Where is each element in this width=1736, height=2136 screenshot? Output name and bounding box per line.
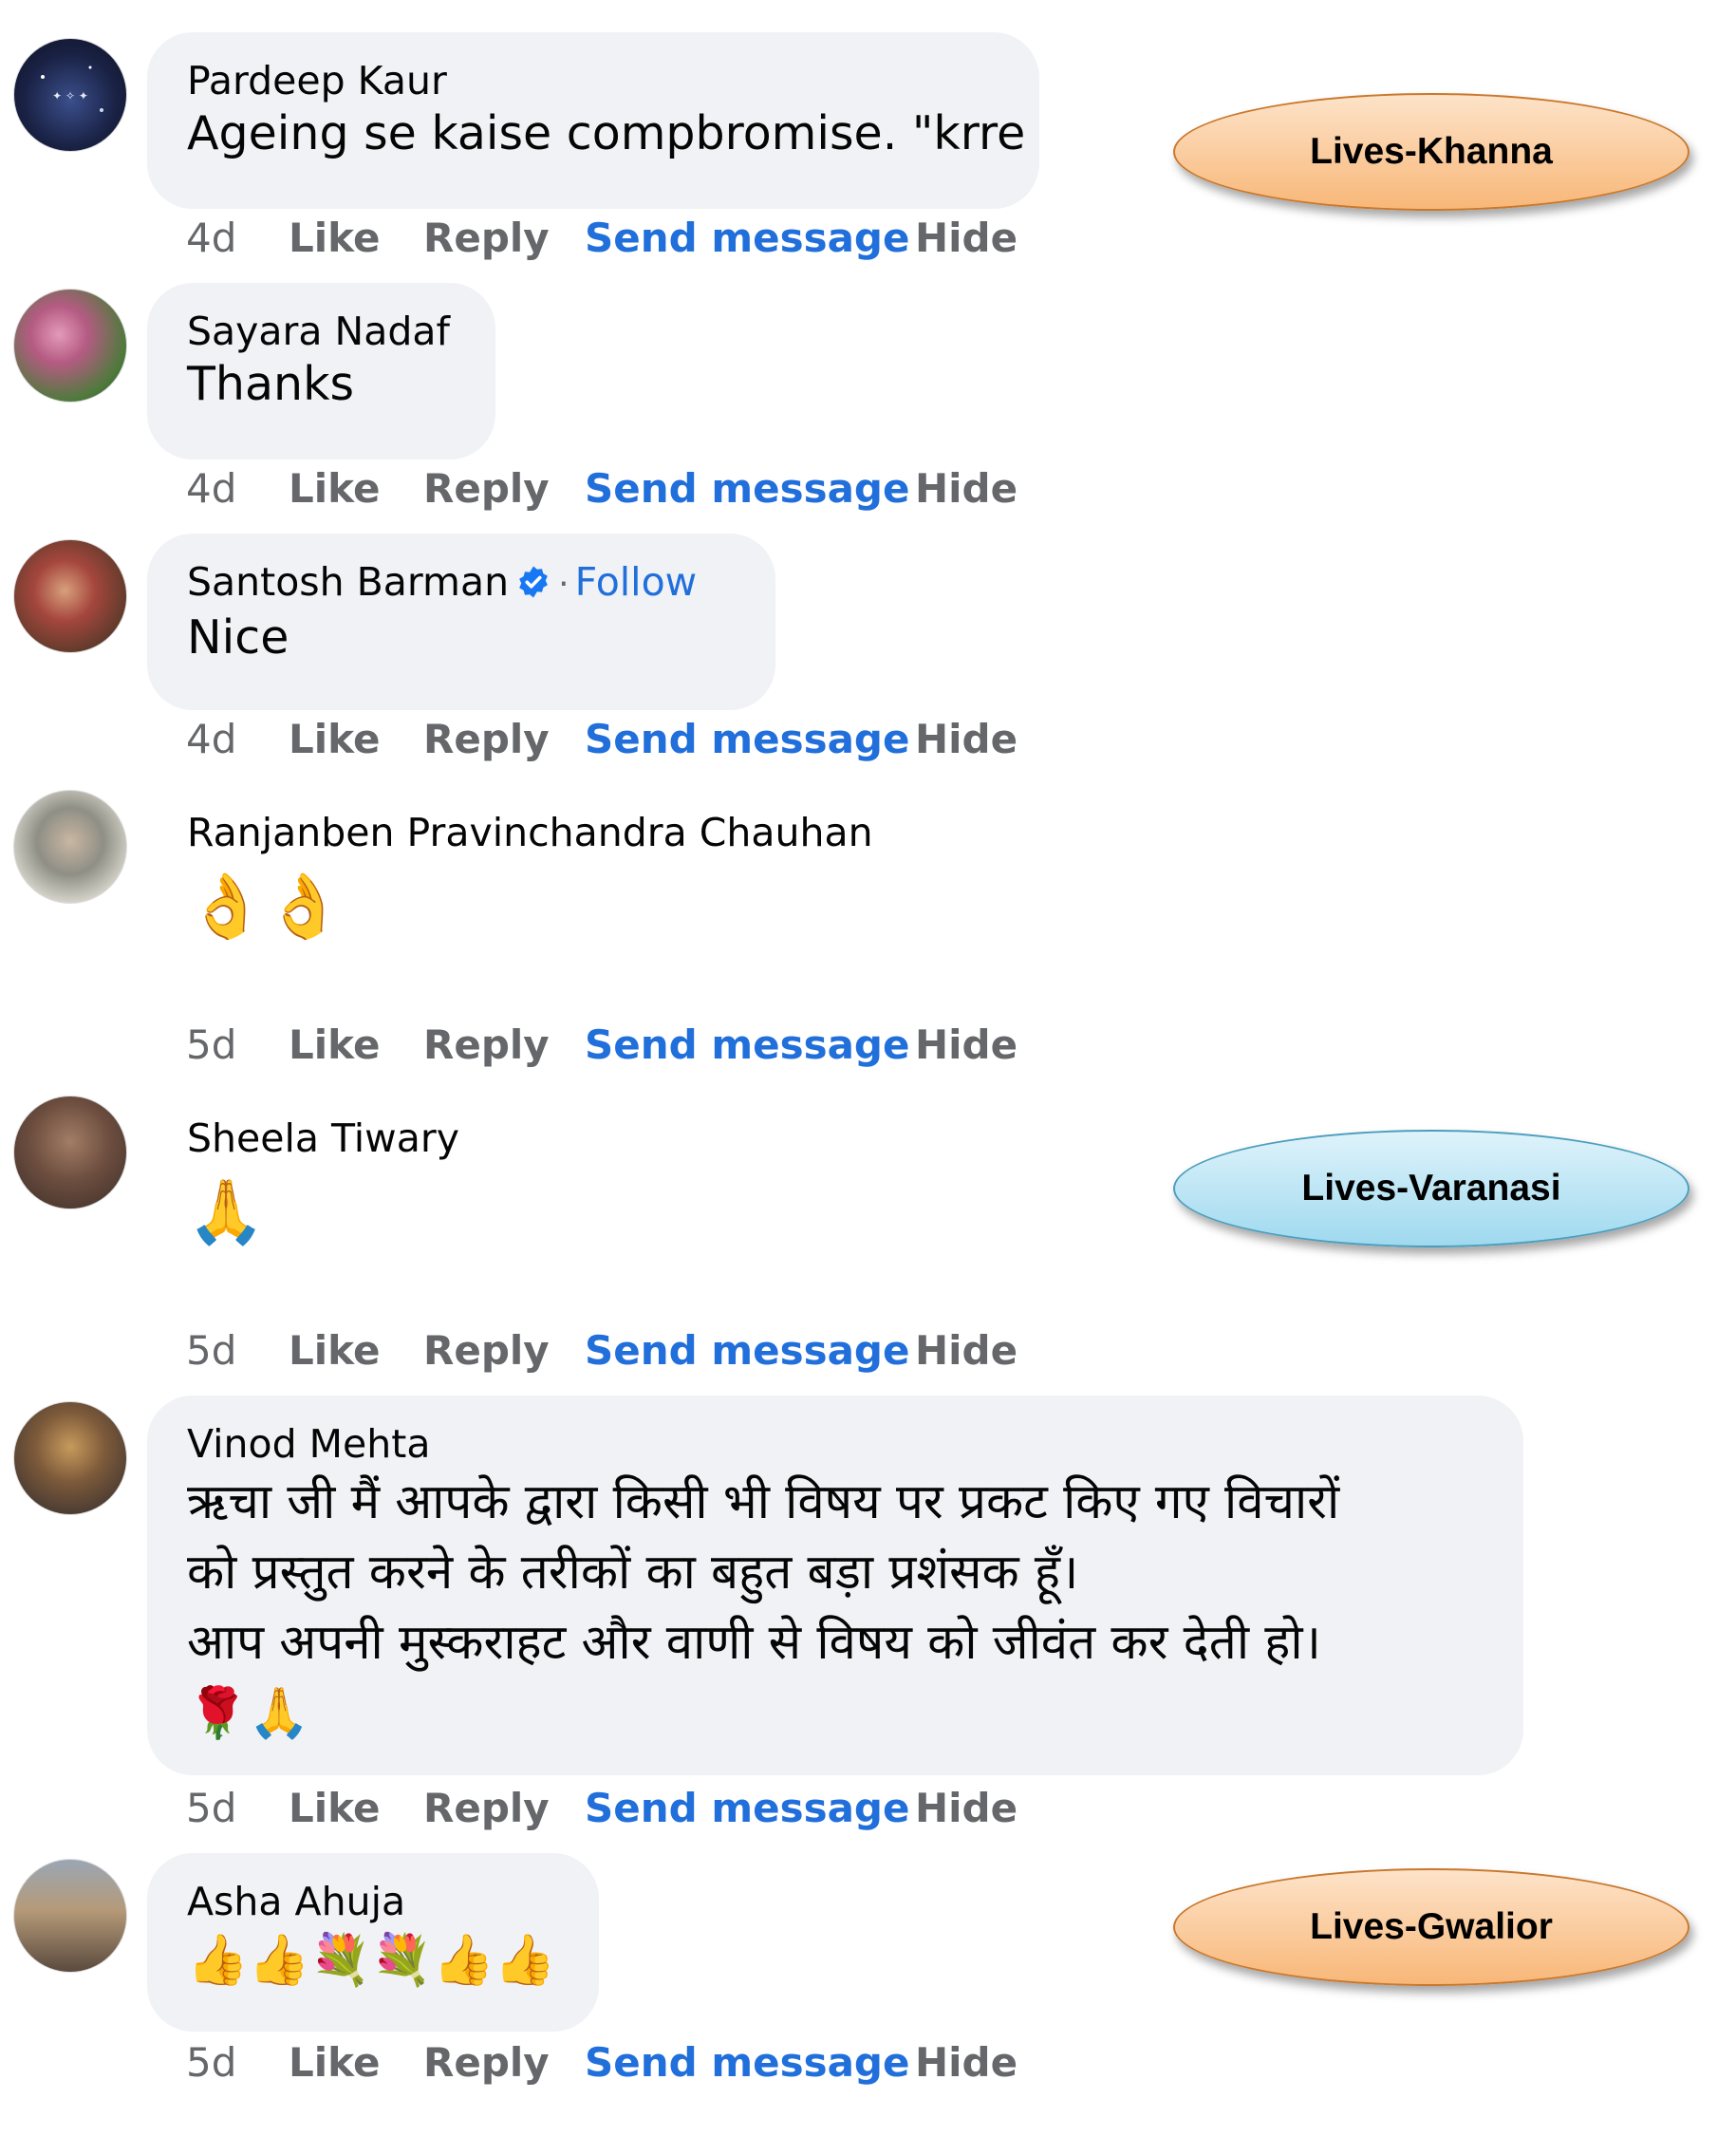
location-tag-varanasi: Lives-Varanasi bbox=[1173, 1130, 1689, 1247]
like-button[interactable]: Like bbox=[289, 1327, 380, 1374]
hide-button[interactable]: Hide bbox=[915, 1021, 1017, 1068]
send-message-button[interactable]: Send message bbox=[585, 2039, 909, 2086]
comment-author[interactable]: Sheela Tiwary bbox=[187, 1115, 677, 1162]
comment-bubble: Sheela Tiwary 🙏 bbox=[147, 1090, 717, 1299]
comment-text-line: आप अपनी मुस्कराहट और वाणी से विषय को जीव… bbox=[187, 1615, 1321, 1671]
comment-bubble: Vinod Mehta ऋचा जी मैं आपके द्वारा किसी … bbox=[147, 1396, 1523, 1775]
comment-text: Thanks bbox=[187, 357, 354, 411]
comment-bubble: Asha Ahuja 👍👍💐💐👍👍 bbox=[147, 1853, 599, 2032]
comment-timestamp[interactable]: 5d bbox=[186, 1327, 236, 1374]
separator-dot: · bbox=[558, 565, 569, 604]
comment-bubble: Santosh Barman · Follow Nice bbox=[147, 534, 775, 710]
avatar[interactable] bbox=[13, 1401, 127, 1515]
comment-timestamp[interactable]: 5d bbox=[186, 1021, 236, 1068]
comment-emoji: 👌👌 bbox=[187, 870, 344, 943]
comment-author[interactable]: Asha Ahuja bbox=[187, 1878, 559, 1925]
reply-button[interactable]: Reply bbox=[423, 1021, 550, 1068]
comment-author: Santosh Barman · Follow bbox=[187, 558, 736, 609]
hide-button[interactable]: Hide bbox=[915, 2039, 1017, 2086]
avatar[interactable] bbox=[13, 539, 127, 653]
send-message-button[interactable]: Send message bbox=[585, 215, 909, 261]
follow-button[interactable]: Follow bbox=[575, 559, 698, 605]
avatar[interactable]: ✦ ✧ ✦ bbox=[13, 38, 127, 152]
like-button[interactable]: Like bbox=[289, 1785, 380, 1831]
location-tag-gwalior: Lives-Gwalior bbox=[1173, 1868, 1689, 1986]
reply-button[interactable]: Reply bbox=[423, 215, 550, 261]
comment-text: Nice bbox=[187, 610, 289, 665]
verified-badge-icon bbox=[519, 566, 548, 598]
reply-button[interactable]: Reply bbox=[423, 2039, 550, 2086]
comment-timestamp[interactable]: 5d bbox=[186, 2039, 236, 2086]
send-message-button[interactable]: Send message bbox=[585, 465, 909, 512]
reply-button[interactable]: Reply bbox=[423, 1785, 550, 1831]
comment-author[interactable]: Ranjanben Pravinchandra Chauhan bbox=[187, 809, 961, 856]
hide-button[interactable]: Hide bbox=[915, 215, 1017, 261]
like-button[interactable]: Like bbox=[289, 465, 380, 512]
hide-button[interactable]: Hide bbox=[915, 1327, 1017, 1374]
send-message-button[interactable]: Send message bbox=[585, 1327, 909, 1374]
reply-button[interactable]: Reply bbox=[423, 1327, 550, 1374]
like-button[interactable]: Like bbox=[289, 2039, 380, 2086]
hide-button[interactable]: Hide bbox=[915, 1785, 1017, 1831]
author-name[interactable]: Santosh Barman bbox=[187, 559, 509, 605]
avatar[interactable] bbox=[13, 1096, 127, 1209]
like-button[interactable]: Like bbox=[289, 215, 380, 261]
comment-text-line: को प्रस्तुत करने के तरीकों का बहुत बड़ा … bbox=[187, 1545, 1079, 1601]
send-message-button[interactable]: Send message bbox=[585, 716, 909, 762]
comment-bubble: Pardeep Kaur Ageing se kaise compbromise… bbox=[147, 32, 1039, 209]
avatar[interactable] bbox=[13, 790, 127, 904]
like-button[interactable]: Like bbox=[289, 716, 380, 762]
comment-author[interactable]: Sayara Nadaf bbox=[187, 308, 456, 355]
comment-emoji: 👍👍💐💐👍👍 bbox=[187, 1932, 556, 1989]
send-message-button[interactable]: Send message bbox=[585, 1021, 909, 1068]
hide-button[interactable]: Hide bbox=[915, 465, 1017, 512]
comment-timestamp[interactable]: 4d bbox=[186, 215, 236, 261]
hide-button[interactable]: Hide bbox=[915, 716, 1017, 762]
comment-bubble: Sayara Nadaf Thanks bbox=[147, 283, 495, 459]
comment-timestamp[interactable]: 5d bbox=[186, 1785, 236, 1831]
avatar[interactable] bbox=[13, 1859, 127, 1973]
comment-author[interactable]: Vinod Mehta bbox=[187, 1420, 1484, 1468]
location-tag-khanna: Lives-Khanna bbox=[1173, 93, 1689, 211]
send-message-button[interactable]: Send message bbox=[585, 1785, 909, 1831]
comment-emoji: 🙏 bbox=[187, 1175, 266, 1248]
comment-author[interactable]: Pardeep Kaur bbox=[187, 57, 999, 104]
reply-button[interactable]: Reply bbox=[423, 465, 550, 512]
comment-timestamp[interactable]: 4d bbox=[186, 716, 236, 762]
avatar[interactable] bbox=[13, 289, 127, 403]
svg-text:✦ ✧ ✦: ✦ ✧ ✦ bbox=[52, 89, 88, 103]
reply-button[interactable]: Reply bbox=[423, 716, 550, 762]
comment-text: Ageing se kaise compbromise. "krre bbox=[187, 106, 1026, 160]
comment-timestamp[interactable]: 4d bbox=[186, 465, 236, 512]
comment-bubble: Ranjanben Pravinchandra Chauhan 👌👌 bbox=[147, 784, 1001, 993]
comment-emoji: 🌹🙏 bbox=[187, 1685, 310, 1742]
comment-text-line: ऋचा जी मैं आपके द्वारा किसी भी विषय पर प… bbox=[187, 1474, 1340, 1530]
like-button[interactable]: Like bbox=[289, 1021, 380, 1068]
